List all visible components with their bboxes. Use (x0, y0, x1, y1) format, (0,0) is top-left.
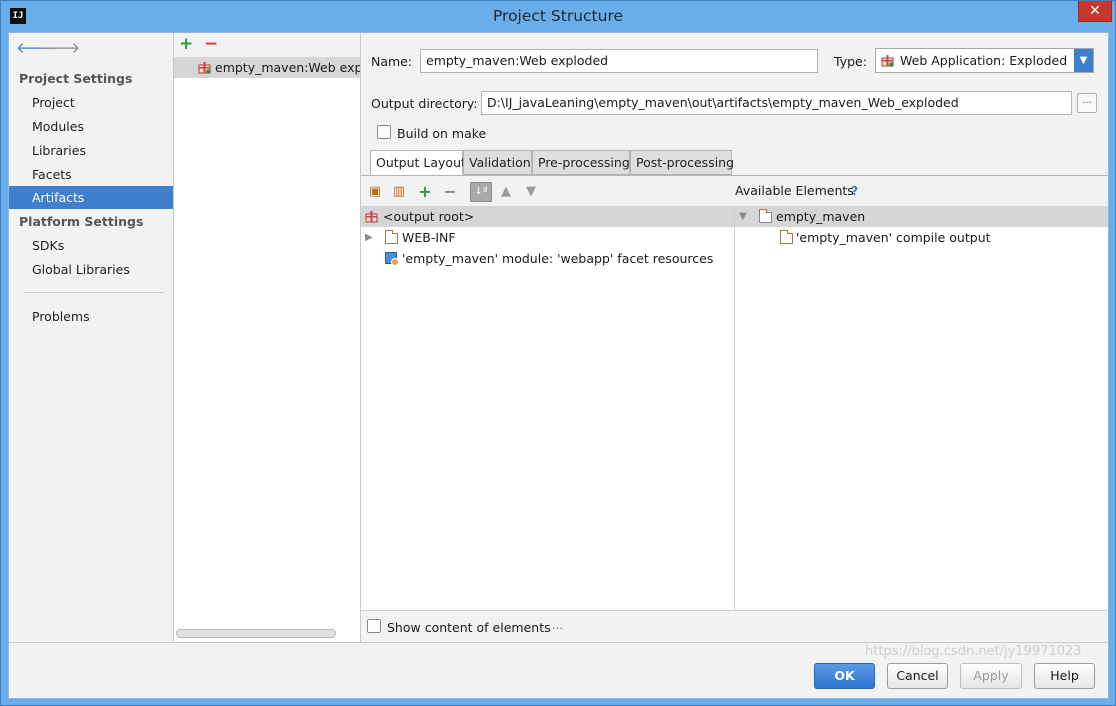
move-down-icon[interactable]: ▼ (523, 184, 539, 200)
available-elements-title: Available Elements (735, 183, 854, 198)
settings-sidebar: 🡐 🡒 Project Settings Project Modules Lib… (9, 33, 174, 642)
help-button[interactable]: Help (1034, 663, 1095, 689)
show-content-options-icon[interactable]: … (552, 619, 563, 632)
available-elements-header: Available Elements ? (735, 176, 1108, 206)
war-artifact-icon (198, 62, 211, 74)
show-content-label[interactable]: Show content of elements (387, 620, 551, 635)
tab-pre-processing[interactable]: Pre-processing (532, 150, 630, 175)
create-archive-icon[interactable]: ▥ (391, 184, 407, 200)
close-window-button[interactable]: ✕ (1078, 1, 1112, 22)
type-dropdown[interactable]: Web Application: Exploded ▼ (875, 48, 1094, 73)
artifacts-list-panel: + − empty_maven:Web exploded (174, 33, 361, 642)
remove-artifact-icon[interactable]: − (204, 35, 218, 53)
output-root-label: <output root> (383, 209, 475, 224)
output-directory-label: Output directory: (371, 96, 478, 111)
compile-output-label: 'empty_maven' compile output (796, 230, 991, 245)
build-on-make-checkbox[interactable] (377, 125, 391, 139)
sidebar-item-artifacts[interactable]: Artifacts (9, 186, 173, 209)
name-field[interactable]: empty_maven:Web exploded (420, 49, 818, 73)
ok-button[interactable]: OK (814, 663, 875, 689)
artifact-editor: Name: empty_maven:Web exploded Type: Web… (361, 33, 1108, 642)
type-label: Type: (834, 54, 867, 69)
move-up-icon[interactable]: ▲ (498, 184, 514, 200)
cancel-button[interactable]: Cancel (887, 663, 948, 689)
war-artifact-icon (881, 55, 894, 67)
create-directory-icon[interactable]: ▣ (367, 184, 383, 200)
help-icon[interactable]: ? (851, 176, 858, 206)
sidebar-item-sdks[interactable]: SDKs (9, 234, 173, 257)
sidebar-item-libraries[interactable]: Libraries (9, 139, 173, 162)
module-folder-icon (759, 209, 772, 223)
available-compile-output-row[interactable]: 'empty_maven' compile output (735, 227, 1108, 248)
watermark-text: https://blog.csdn.net/jy19971023 (865, 644, 1082, 659)
output-root-row[interactable]: <output root> (361, 206, 735, 227)
sidebar-item-facets[interactable]: Facets (9, 163, 173, 186)
project-structure-window: IJ Project Structure ✕ 🡐 🡒 Project Setti… (0, 0, 1116, 706)
sidebar-item-global-libraries[interactable]: Global Libraries (9, 258, 173, 281)
tab-post-processing[interactable]: Post-processing (630, 150, 734, 175)
remove-element-icon[interactable]: − (442, 184, 458, 200)
dialog-client-area: 🡐 🡒 Project Settings Project Modules Lib… (8, 32, 1109, 699)
apply-button[interactable]: Apply (960, 663, 1022, 689)
show-content-checkbox[interactable] (367, 619, 381, 633)
title-bar[interactable]: IJ Project Structure ✕ (1, 1, 1115, 32)
output-layout-toolbar: ▣ ▥ + − ↓ª ▲ ▼ (361, 176, 735, 206)
tab-output-layout[interactable]: Output Layout (370, 150, 466, 175)
sidebar-item-problems[interactable]: Problems (9, 305, 173, 328)
chevron-down-icon[interactable]: ▼ (1074, 49, 1093, 72)
tree-node-web-inf[interactable]: ▶ WEB-INF (361, 227, 735, 248)
folder-icon (780, 230, 793, 244)
web-facet-icon (385, 252, 399, 266)
horizontal-scrollbar[interactable] (176, 629, 336, 638)
war-artifact-icon (365, 211, 378, 223)
available-module-row[interactable]: ▼ empty_maven (735, 206, 1108, 227)
tree-node-facet-resources[interactable]: 'empty_maven' module: 'webapp' facet res… (361, 248, 735, 269)
type-dropdown-value: Web Application: Exploded (900, 53, 1068, 68)
sidebar-item-modules[interactable]: Modules (9, 115, 173, 138)
artifact-name: empty_maven:Web exploded (215, 60, 360, 75)
build-on-make-label[interactable]: Build on make (397, 126, 486, 141)
add-copy-icon[interactable]: + (417, 184, 433, 200)
tree-node-label: WEB-INF (402, 230, 456, 245)
folder-icon (385, 230, 398, 244)
platform-settings-header: Platform Settings (19, 214, 144, 229)
forward-arrow-icon[interactable]: 🡒 (40, 41, 80, 56)
project-settings-header: Project Settings (19, 71, 133, 86)
sidebar-divider (24, 292, 164, 293)
sort-elements-icon[interactable]: ↓ª (470, 182, 492, 202)
artifacts-toolbar: + − (174, 33, 360, 57)
collapse-arrow-icon[interactable]: ▼ (739, 206, 747, 227)
panel-divider[interactable] (734, 206, 735, 611)
expand-arrow-icon[interactable]: ▶ (365, 227, 373, 248)
sidebar-item-project[interactable]: Project (9, 91, 173, 114)
tab-validation[interactable]: Validation (463, 150, 532, 175)
tree-node-label: 'empty_maven' module: 'webapp' facet res… (402, 251, 714, 266)
browse-button[interactable]: ... (1077, 93, 1097, 113)
name-label: Name: (371, 54, 413, 69)
window-title: Project Structure (492, 7, 624, 25)
show-content-bar: Show content of elements … (361, 610, 1108, 642)
add-artifact-icon[interactable]: + (179, 35, 193, 53)
output-directory-field[interactable]: D:\IJ_javaLeaning\empty_maven\out\artifa… (481, 91, 1072, 115)
list-item[interactable]: empty_maven:Web exploded (174, 57, 360, 78)
output-layout-panel: ▣ ▥ + − ↓ª ▲ ▼ <output root> ▶ WEB-INF '… (361, 175, 1108, 611)
available-module-label: empty_maven (776, 209, 866, 224)
